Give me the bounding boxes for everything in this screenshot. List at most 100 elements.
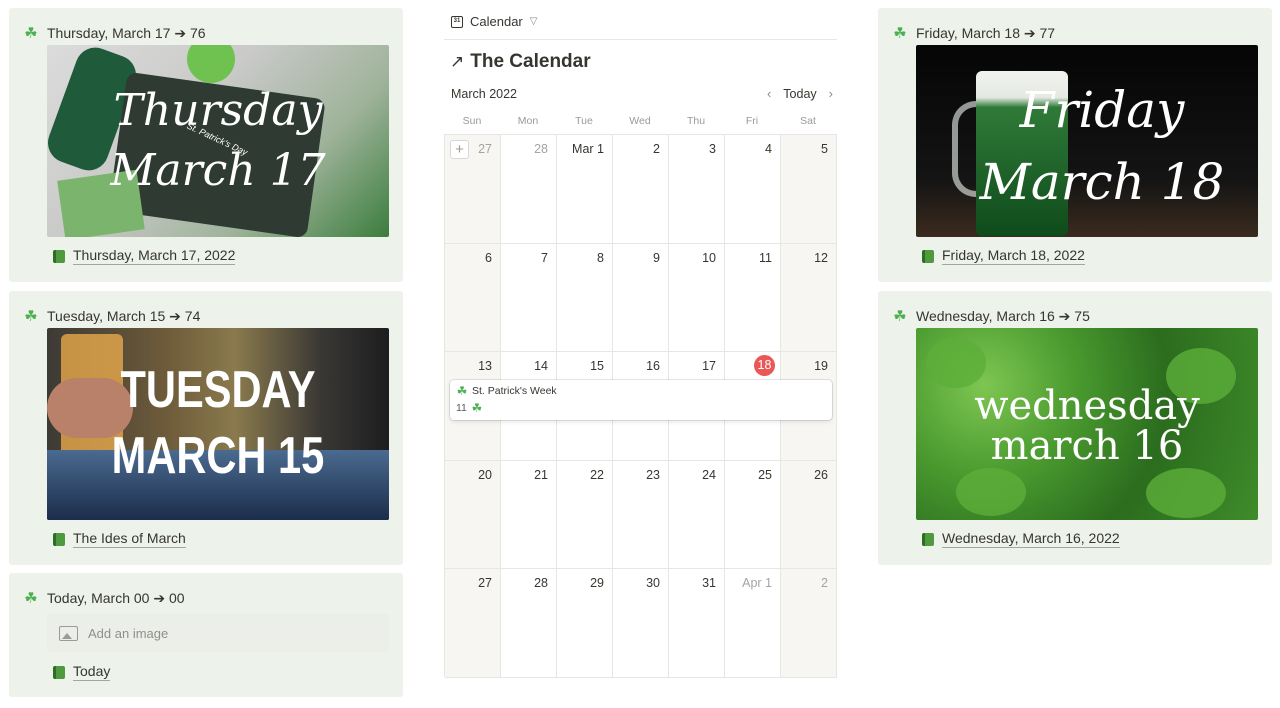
cover-text-line1: wednesday	[974, 383, 1200, 429]
day-number: 28	[534, 576, 548, 591]
day-number: 17	[702, 359, 716, 374]
day-number: 27	[478, 576, 492, 591]
card-title: Tuesday, March 15 ➔ 74	[47, 308, 201, 324]
cover-text-line1: Thursday	[113, 85, 323, 136]
card-title: Thursday, March 17 ➔ 76	[47, 25, 206, 41]
chevron-left-icon[interactable]: ‹	[767, 86, 771, 101]
day-number: 29	[590, 576, 604, 591]
page-link-text[interactable]: Friday, March 18, 2022	[942, 247, 1085, 265]
calendar-day-cell[interactable]: 29	[557, 569, 613, 678]
calendar-day-cell[interactable]: 11	[725, 243, 781, 353]
shamrock-icon: ☘	[471, 401, 483, 415]
cover-text-line2: MARCH 15	[111, 427, 325, 485]
event-card[interactable]: ☘ St. Patrick's Week 11 ☘	[450, 380, 832, 420]
calendar-day-cell[interactable]: Apr 1	[725, 569, 781, 678]
page-link[interactable]: Today	[53, 663, 111, 681]
page-link-text[interactable]: Thursday, March 17, 2022	[73, 247, 236, 265]
card-tuesday: ☘ Tuesday, March 15 ➔ 74 TUESDAY MARCH 1…	[9, 291, 403, 565]
calendar-day-cell[interactable]: 24	[669, 460, 725, 570]
calendar-day-cell[interactable]: 21	[501, 460, 557, 570]
page-link[interactable]: Thursday, March 17, 2022	[53, 247, 236, 265]
calendar-day-cell[interactable]: 6	[445, 243, 501, 353]
calendar-day-cell[interactable]: 12	[781, 243, 837, 353]
today-button[interactable]: Today	[783, 87, 816, 101]
day-number: 30	[646, 576, 660, 591]
calendar-view: 31 Calendar ▽ ↗ The Calendar March 2022 …	[444, 0, 837, 708]
page-link-text[interactable]: Today	[73, 663, 111, 681]
calendar-day-cell[interactable]: 20	[445, 460, 501, 570]
calendar-day-cell[interactable]: 28	[501, 135, 557, 244]
calendar-day-cell[interactable]: 30	[613, 569, 669, 678]
calendar-day-cell[interactable]: 9	[613, 243, 669, 353]
day-number: 20	[478, 467, 492, 482]
calendar-day-cell[interactable]: 8	[557, 243, 613, 353]
cover-text-line2: march 16	[990, 423, 1184, 469]
calendar-day-cell[interactable]: 28	[501, 569, 557, 678]
add-event-button[interactable]: +	[450, 140, 469, 159]
calendar-day-cell[interactable]: 3	[669, 135, 725, 244]
shamrock-icon: ☘	[24, 590, 38, 607]
weekday-label: Sat	[800, 115, 816, 127]
card-header: ☘ Friday, March 18 ➔ 77	[892, 25, 1055, 42]
arrow-up-right-icon: ↗	[450, 52, 465, 71]
calendar-day-cell[interactable]: 27	[445, 569, 501, 678]
shamrock-icon: ☘	[24, 25, 38, 42]
day-number: 9	[653, 250, 660, 265]
calendar-day-cell[interactable]: 31	[669, 569, 725, 678]
event-title: St. Patrick's Week	[472, 385, 557, 397]
day-number: 24	[702, 467, 716, 482]
card-title: Friday, March 18 ➔ 77	[916, 25, 1056, 41]
add-image-label: Add an image	[88, 625, 169, 641]
card-thursday: ☘ Thursday, March 17 ➔ 76 Thursday March…	[9, 8, 403, 282]
calendar-day-cell[interactable]: 26	[781, 460, 837, 570]
card-cover-image[interactable]: Friday March 18	[916, 45, 1258, 237]
day-number: 26	[814, 467, 828, 482]
page-link-text[interactable]: The Ides of March	[73, 530, 186, 548]
card-today: ☘ Today, March 00 ➔ 00 Add an image Toda…	[9, 573, 403, 697]
day-number: 14	[534, 359, 548, 374]
calendar-day-cell[interactable]: 27 +	[445, 135, 501, 244]
add-image-button[interactable]: Add an image	[47, 614, 389, 652]
shamrock-icon: ☘	[893, 308, 907, 325]
card-header: ☘ Thursday, March 17 ➔ 76	[23, 25, 206, 42]
event-detail: 11	[456, 402, 467, 414]
weekday-label: Thu	[686, 115, 706, 127]
card-cover-image[interactable]: Thursday March 17 St. Patrick's Day	[47, 45, 389, 237]
card-cover-image[interactable]: wednesday march 16	[916, 328, 1258, 520]
card-title: Today, March 00 ➔ 00	[47, 590, 185, 606]
day-number: 31	[702, 576, 716, 591]
page-link-text[interactable]: Wednesday, March 16, 2022	[942, 530, 1120, 548]
cover-text-line2: March 17	[110, 145, 326, 196]
clover-leaf-shape	[926, 338, 986, 388]
shamrock-icon: ☘	[24, 308, 38, 325]
calendar-day-cell[interactable]: 2	[613, 135, 669, 244]
chevron-right-icon[interactable]: ›	[829, 86, 833, 101]
page-link[interactable]: The Ides of March	[53, 530, 186, 548]
calendar-day-cell[interactable]: 10	[669, 243, 725, 353]
calendar-day-cell[interactable]: Mar 1	[557, 135, 613, 244]
card-friday: ☘ Friday, March 18 ➔ 77 Friday March 18 …	[878, 8, 1272, 282]
calendar-day-cell[interactable]: 2	[781, 569, 837, 678]
day-number: 6	[485, 250, 492, 265]
day-number: 5	[821, 142, 828, 156]
calendar-day-cell[interactable]: 5	[781, 135, 837, 244]
calendar-day-cell[interactable]: 22	[557, 460, 613, 570]
view-switcher[interactable]: 31 Calendar ▽	[451, 14, 537, 29]
month-label: March 2022	[451, 87, 518, 101]
cover-text-line1: TUESDAY	[120, 361, 316, 419]
page-title[interactable]: ↗ The Calendar	[450, 51, 591, 73]
chevron-down-icon: ▽	[529, 16, 538, 27]
calendar-day-cell[interactable]: 23	[613, 460, 669, 570]
shamrock-icon: ☘	[456, 384, 468, 398]
page-link[interactable]: Wednesday, March 16, 2022	[922, 530, 1120, 548]
day-number: 27	[478, 142, 492, 156]
month-navigation: ‹ Today ›	[767, 86, 833, 101]
day-number: 15	[590, 359, 604, 374]
weekday-label: Fri	[745, 115, 759, 127]
calendar-day-cell[interactable]: 7	[501, 243, 557, 353]
calendar-day-cell[interactable]: 25	[725, 460, 781, 570]
card-cover-image[interactable]: TUESDAY MARCH 15	[47, 328, 389, 520]
calendar-day-cell[interactable]: 4	[725, 135, 781, 244]
day-number: 22	[590, 467, 604, 482]
page-link[interactable]: Friday, March 18, 2022	[922, 247, 1085, 265]
